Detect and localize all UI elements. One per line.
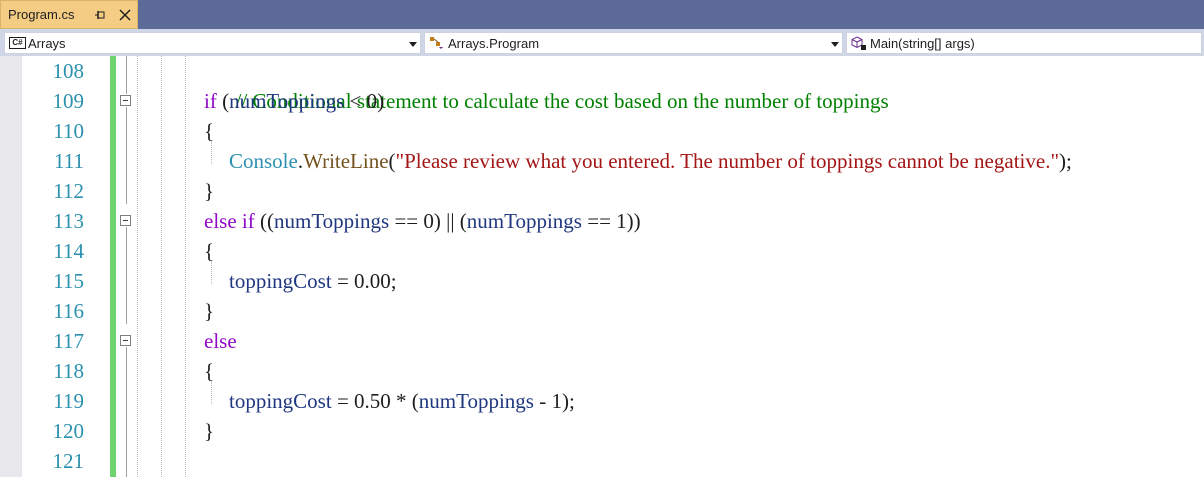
expression: == 1)) — [581, 209, 641, 233]
indicator-margin — [0, 56, 22, 477]
collapse-icon[interactable] — [120, 95, 131, 106]
code-line-116: } — [204, 296, 214, 326]
method-name: WriteLine — [303, 149, 389, 173]
brace: { — [204, 119, 215, 143]
change-tracking-bar — [110, 56, 116, 477]
line-number: 110 — [53, 119, 84, 143]
identifier: numToppings — [418, 389, 534, 413]
identifier: numToppings — [466, 209, 582, 233]
method-icon — [851, 36, 866, 50]
code-line-118: { — [204, 356, 214, 386]
line-number: 114 — [53, 239, 84, 263]
member-name: Main(string[] args) — [870, 36, 975, 51]
tab-program-cs[interactable]: Program.cs — [0, 0, 138, 29]
brace: } — [204, 299, 215, 323]
identifier: numToppings — [229, 89, 345, 113]
expression: - 1); — [533, 389, 575, 413]
chevron-down-icon[interactable] — [830, 39, 840, 49]
code-editor[interactable]: 108 109 110 111 112 113 114 115 116 117 … — [0, 56, 1204, 477]
identifier: toppingCost — [229, 269, 332, 293]
indent-guide — [161, 56, 162, 477]
type-name: Console — [229, 149, 298, 173]
line-number: 111 — [54, 149, 84, 173]
chevron-down-icon[interactable] — [408, 39, 418, 49]
punctuation: ); — [1059, 149, 1072, 173]
brace: { — [204, 359, 215, 383]
punctuation: (( — [254, 209, 274, 233]
collapse-icon[interactable] — [120, 335, 131, 346]
outline-line — [126, 56, 127, 94]
keyword: if — [204, 89, 217, 113]
code-line-115: toppingCost = 0.00; — [229, 266, 397, 296]
line-number: 112 — [53, 179, 84, 203]
project-name: Arrays — [28, 36, 66, 51]
line-number: 119 — [53, 389, 84, 413]
csharp-project-icon: C# — [9, 37, 26, 49]
outline-line — [126, 347, 127, 477]
expression: = 0.50 * ( — [331, 389, 419, 413]
keyword: else if — [204, 209, 255, 233]
pin-icon[interactable] — [93, 8, 107, 22]
expression: = 0.00; — [331, 269, 397, 293]
code-line-111: Console.WriteLine("Please review what yo… — [229, 146, 1072, 176]
outline-line — [126, 227, 127, 324]
punctuation: ( — [216, 89, 230, 113]
expression: < 0) — [344, 89, 385, 113]
line-number: 121 — [52, 449, 85, 473]
code-line-119: toppingCost = 0.50 * (numToppings - 1); — [229, 386, 575, 416]
brace: } — [204, 419, 215, 443]
brace: } — [204, 179, 215, 203]
code-line-117: else — [204, 326, 237, 356]
line-number: 118 — [53, 359, 84, 383]
line-number: 117 — [53, 329, 84, 353]
line-number-gutter: 108 109 110 111 112 113 114 115 116 117 … — [22, 56, 90, 476]
line-number: 113 — [53, 209, 84, 233]
punctuation: ( — [388, 149, 396, 173]
keyword: else — [204, 329, 237, 353]
code-line-108: // Conditional statement to calculate th… — [204, 56, 889, 113]
line-number: 115 — [53, 269, 84, 293]
code-line-114: { — [204, 236, 214, 266]
line-number: 108 — [52, 59, 85, 83]
tab-title: Program.cs — [8, 7, 75, 22]
class-icon — [430, 37, 443, 49]
string-literal: "Please review what you entered. The num… — [395, 149, 1060, 173]
identifier: numToppings — [273, 209, 390, 233]
close-icon[interactable] — [118, 8, 132, 22]
navigation-bar: C# Arrays Arrays.Program Main(string[] a… — [0, 29, 1204, 56]
line-number: 120 — [52, 419, 85, 443]
outline-line — [126, 107, 127, 204]
code-line-109: if (numToppings < 0) — [204, 86, 384, 116]
line-number: 109 — [52, 89, 85, 113]
code-line-113: else if ((numToppings == 0) || (numToppi… — [204, 206, 641, 236]
project-dropdown[interactable]: C# Arrays — [4, 32, 421, 54]
tab-strip: Program.cs — [0, 0, 1204, 29]
collapse-icon[interactable] — [120, 215, 131, 226]
identifier: toppingCost — [229, 389, 332, 413]
line-number: 116 — [53, 299, 84, 323]
type-name: Arrays.Program — [448, 36, 540, 51]
expression: == 0) || ( — [389, 209, 467, 233]
member-dropdown[interactable]: Main(string[] args) — [846, 32, 1202, 54]
code-line-110: { — [204, 116, 214, 146]
brace: { — [204, 239, 215, 263]
code-line-120: } — [204, 416, 214, 446]
type-dropdown[interactable]: Arrays.Program — [424, 32, 843, 54]
code-line-112: } — [204, 176, 214, 206]
indent-guide — [137, 56, 138, 477]
indent-guide — [185, 56, 186, 477]
